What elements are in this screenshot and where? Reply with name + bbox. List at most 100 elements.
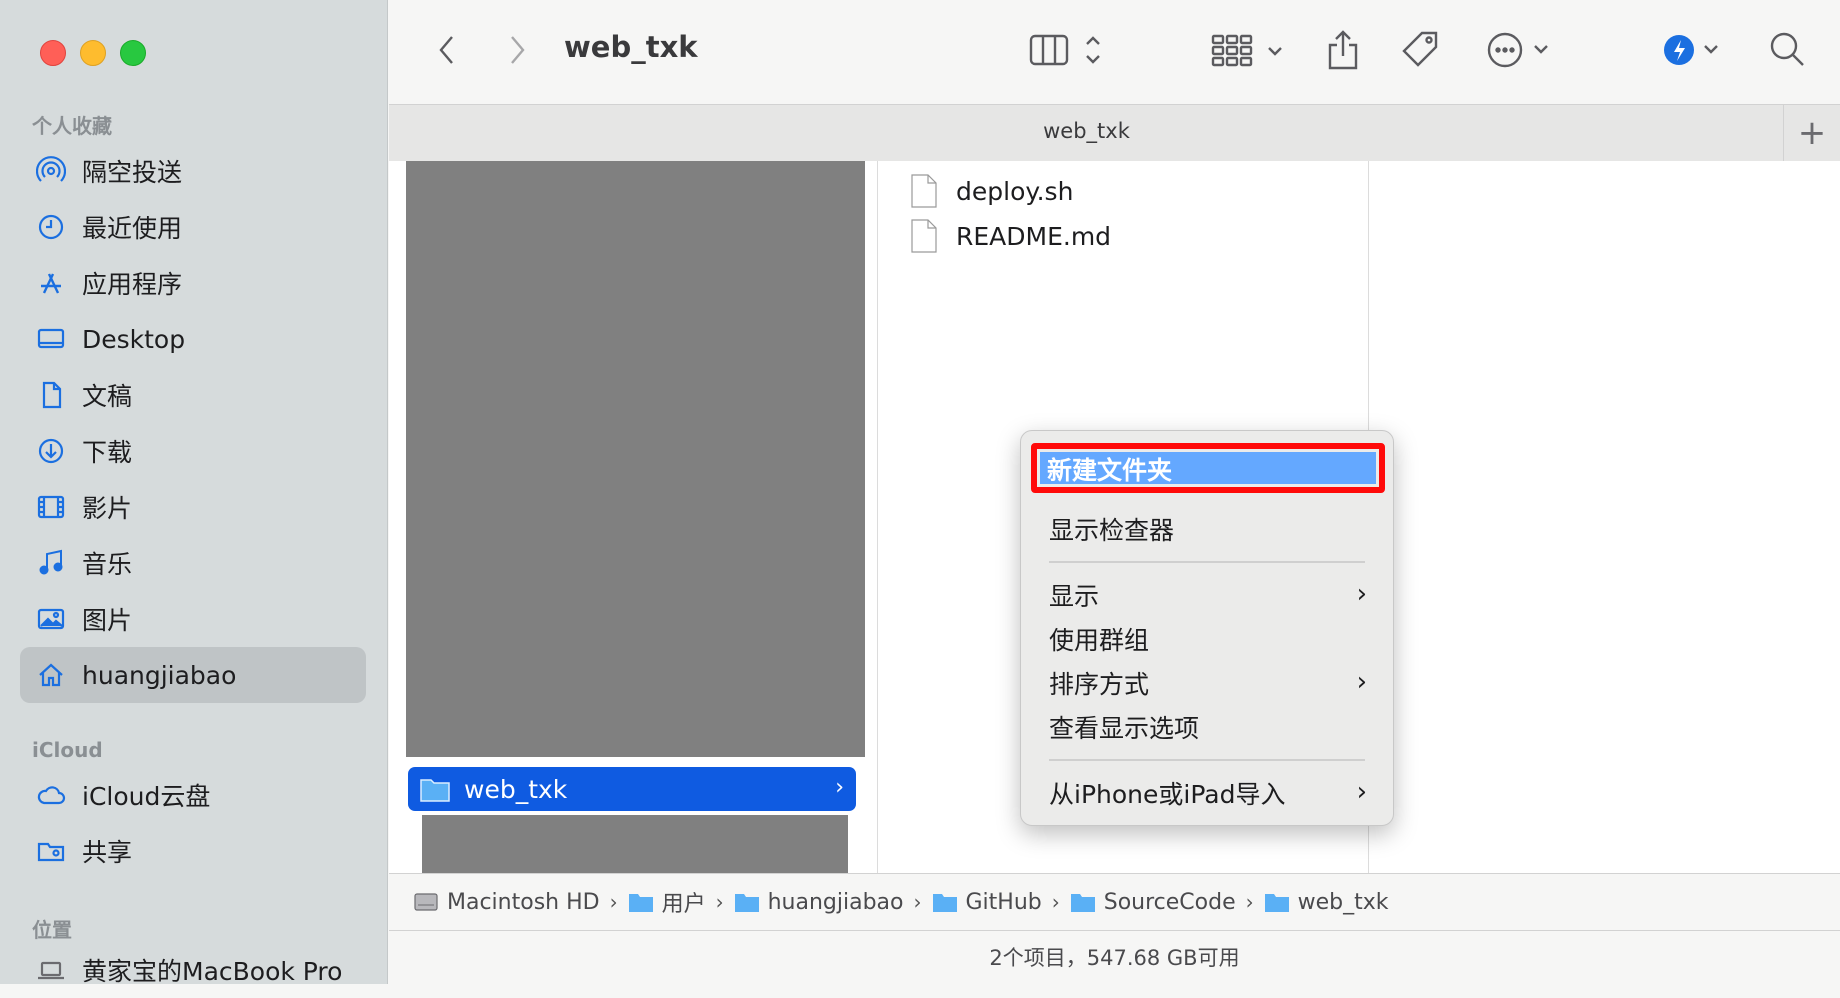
file-row[interactable]: deploy.sh: [910, 171, 1073, 211]
columns-view-icon: [1029, 34, 1100, 66]
sidebar-item-label: 图片: [82, 606, 133, 635]
column-parent: web_txk ›: [389, 161, 878, 873]
sidebar-item-icloud-drive[interactable]: iCloud云盘: [20, 767, 366, 823]
sidebar-section-favorites: 个人收藏: [32, 114, 112, 138]
sidebar-item-documents[interactable]: 文稿: [20, 367, 366, 423]
sidebar-item-home[interactable]: huangjiabao: [20, 647, 366, 703]
view-mode-button[interactable]: [1029, 30, 1109, 70]
sidebar-section-locations: 位置: [32, 918, 72, 942]
sidebar-item-movies[interactable]: 影片: [20, 479, 366, 535]
folder-row-selected[interactable]: web_txk ›: [408, 767, 856, 811]
ellipsis-circle-icon: [1487, 32, 1548, 68]
tab-web-txk[interactable]: web_txk: [389, 119, 1784, 143]
chevron-right-icon: ›: [1245, 890, 1254, 914]
chevron-right-icon: ›: [1051, 890, 1060, 914]
music-icon: [34, 546, 68, 580]
window-title: web_txk: [564, 30, 698, 64]
sidebar-item-label: 文稿: [82, 382, 133, 411]
redacted-area: [406, 161, 865, 757]
folder-icon: [1264, 894, 1289, 912]
file-name: deploy.sh: [956, 176, 1074, 206]
quick-action-button[interactable]: [1661, 30, 1731, 70]
sidebar-item-label: Desktop: [82, 324, 186, 354]
tab-bar: web_txk +: [389, 104, 1840, 162]
file-row[interactable]: README.md: [910, 216, 1111, 256]
sidebar-item-label: 下载: [82, 438, 133, 467]
path-item[interactable]: Macintosh HD ›: [413, 890, 628, 915]
menu-item-view[interactable]: 显示 ›: [1021, 575, 1393, 615]
sidebar-item-shared[interactable]: 共享: [20, 823, 366, 879]
new-tab-button[interactable]: +: [1783, 105, 1840, 161]
share-icon: [1328, 30, 1358, 70]
chevron-right-icon: ›: [715, 890, 724, 914]
sidebar-item-music[interactable]: 音乐: [20, 535, 366, 591]
zoom-window-button[interactable]: [120, 40, 146, 66]
film-icon: [34, 490, 68, 524]
sidebar-item-airdrop[interactable]: 隔空投送: [20, 143, 366, 199]
path-bar: Macintosh HD › 用户 › huangjiabao › GitHub…: [389, 873, 1840, 931]
menu-item-sort-by[interactable]: 排序方式 ›: [1021, 663, 1393, 703]
sidebar-item-label: 共享: [82, 838, 133, 867]
close-window-button[interactable]: [40, 40, 66, 66]
path-item[interactable]: web_txk: [1264, 890, 1389, 915]
sidebar-item-recents[interactable]: 最近使用: [20, 199, 366, 255]
menu-item-show-inspector[interactable]: 显示检查器: [1021, 509, 1393, 549]
sidebar: 个人收藏 隔空投送 最近使用 应用程序 Desktop 文稿 下载 影片 音乐 …: [0, 0, 388, 986]
airdrop-icon: [34, 154, 68, 188]
plus-icon: +: [1797, 113, 1827, 153]
grid-icon: [1211, 34, 1282, 67]
sidebar-item-label: iCloud云盘: [82, 782, 211, 811]
shared-folder-icon: [34, 834, 68, 868]
share-button[interactable]: [1323, 28, 1363, 72]
chevron-right-icon: ›: [1356, 667, 1367, 697]
home-folder-icon: [734, 894, 759, 912]
folder-icon: [932, 894, 957, 912]
tag-icon: [1402, 31, 1438, 67]
chevron-left-icon: [439, 36, 453, 64]
search-button[interactable]: [1767, 28, 1807, 72]
sidebar-item-label: huangjiabao: [82, 660, 237, 690]
sidebar-section-icloud: iCloud: [32, 738, 103, 762]
sidebar-item-label: 影片: [82, 494, 133, 523]
path-item[interactable]: huangjiabao ›: [734, 890, 932, 915]
hard-drive-icon: [414, 893, 438, 911]
search-icon: [1770, 32, 1804, 66]
path-item[interactable]: GitHub ›: [932, 890, 1070, 915]
group-button[interactable]: [1211, 30, 1287, 70]
menu-item-import-iphone[interactable]: 从iPhone或iPad导入 ›: [1021, 773, 1393, 813]
sidebar-item-label: 最近使用: [82, 214, 183, 243]
laptop-icon: [34, 953, 68, 987]
sidebar-item-label: 黄家宝的MacBook Pro: [82, 957, 343, 986]
folder-icon: [1070, 894, 1095, 912]
toolbar: web_txk: [389, 0, 1840, 104]
chevron-right-icon: ›: [1356, 579, 1367, 609]
sidebar-item-downloads[interactable]: 下载: [20, 423, 366, 479]
sidebar-item-macbook[interactable]: 黄家宝的MacBook Pro: [20, 942, 366, 998]
sidebar-item-desktop[interactable]: Desktop: [20, 311, 366, 367]
cloud-icon: [34, 778, 68, 812]
sidebar-item-label: 应用程序: [82, 270, 183, 299]
forward-button[interactable]: [501, 30, 533, 70]
minimize-window-button[interactable]: [80, 40, 106, 66]
tag-button[interactable]: [1399, 28, 1443, 72]
back-button[interactable]: [431, 30, 463, 70]
menu-item-use-groups[interactable]: 使用群组: [1021, 619, 1393, 659]
menu-item-new-folder[interactable]: 新建文件夹: [1031, 443, 1385, 493]
more-actions-button[interactable]: [1487, 30, 1557, 70]
menu-separator: [1049, 561, 1365, 563]
menu-separator: [1049, 759, 1365, 761]
redacted-area: [422, 815, 848, 873]
markdown-file-icon: [911, 219, 937, 253]
bolt-icon: [1664, 35, 1718, 65]
path-item[interactable]: 用户 ›: [628, 886, 734, 918]
sidebar-item-label: 隔空投送: [82, 158, 183, 187]
sidebar-item-pictures[interactable]: 图片: [20, 591, 366, 647]
document-icon: [34, 378, 68, 412]
folder-icon: [628, 894, 653, 912]
sidebar-item-applications[interactable]: 应用程序: [20, 255, 366, 311]
folder-name: web_txk: [464, 774, 568, 804]
menu-item-view-options[interactable]: 查看显示选项: [1021, 707, 1393, 747]
shell-file-icon: [911, 174, 937, 208]
status-bar: 2个项目，547.68 GB可用: [989, 946, 1240, 970]
path-item[interactable]: SourceCode ›: [1070, 890, 1264, 915]
